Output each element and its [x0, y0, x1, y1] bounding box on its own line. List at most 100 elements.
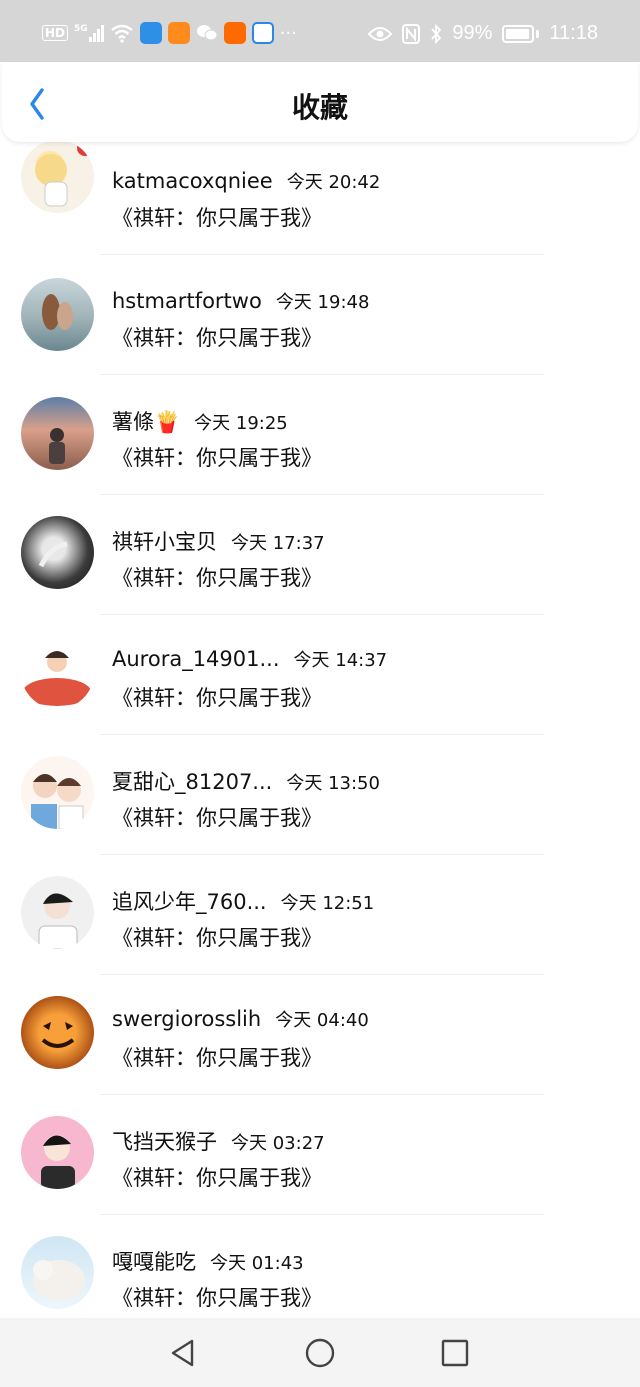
- divider: [100, 494, 544, 495]
- divider: [100, 1094, 544, 1095]
- user-name: hstmartfortwo: [112, 289, 262, 313]
- user-name: katmacoxqniee: [112, 169, 273, 193]
- avatar-image: [33, 1260, 85, 1300]
- triangle-back-icon: [171, 1339, 194, 1367]
- item-title: 《祺轩：你只属于我》: [112, 1046, 322, 1070]
- timestamp: 今天 12:51: [280, 893, 375, 914]
- nav-back-button[interactable]: [166, 1336, 200, 1370]
- avatar[interactable]: [21, 1236, 94, 1309]
- divider: [100, 374, 544, 375]
- item-name-row: 祺轩小宝贝 今天 17:37: [112, 526, 325, 556]
- nav-recents-button[interactable]: [438, 1336, 472, 1370]
- user-name: 薯條🍟: [112, 410, 181, 434]
- avatar[interactable]: [21, 756, 94, 829]
- divider: [100, 974, 544, 975]
- timestamp: 今天 19:48: [275, 292, 370, 313]
- divider: [100, 1214, 544, 1215]
- avatar[interactable]: [21, 278, 94, 351]
- timestamp: 今天 20:42: [286, 172, 381, 193]
- item-title: 《祺轩：你只属于我》: [112, 446, 322, 470]
- game-icon: [167, 22, 190, 44]
- item-name-row: 薯條🍟 今天 19:25: [112, 406, 288, 436]
- avatar[interactable]: [21, 996, 94, 1069]
- app-icon-1: [139, 22, 162, 44]
- more-icon: ···: [279, 22, 297, 44]
- avatar[interactable]: [21, 876, 94, 949]
- battery-icon: [502, 24, 535, 43]
- item-name-row: swergiorosslih 今天 04:40: [112, 1006, 369, 1032]
- list-item[interactable]: 薯條🍟 今天 19:25 《祺轩：你只属于我》: [0, 382, 640, 502]
- list-item[interactable]: 祺轩小宝贝 今天 17:37 《祺轩：你只属于我》: [0, 502, 640, 622]
- timestamp: 今天 13:50: [286, 773, 380, 794]
- system-nav-bar: [0, 1318, 640, 1387]
- avatar-image: [38, 893, 78, 949]
- status-bar: HD 5G ··· 99% 11:18: [0, 0, 640, 62]
- battery-tip: [536, 29, 540, 38]
- divider: [100, 854, 544, 855]
- item-title: 《祺轩：你只属于我》: [112, 686, 322, 710]
- favorites-list[interactable]: katmacoxqniee 今天 20:42 《祺轩：你只属于我》 hstmart…: [0, 142, 640, 1318]
- list-item[interactable]: 嘎嘎能吃 今天 01:43 《祺轩：你只属于我》: [0, 1222, 640, 1318]
- item-title: 《祺轩：你只属于我》: [112, 326, 322, 350]
- avatar[interactable]: [21, 397, 94, 470]
- user-name: Aurora_14901...: [112, 647, 280, 671]
- page-title: 收藏: [291, 91, 348, 124]
- signal-icon: 5G: [74, 24, 104, 42]
- wechat-icon: [196, 25, 218, 41]
- list-item[interactable]: 夏甜心_81207... 今天 13:50 《祺轩：你只属于我》: [0, 742, 640, 862]
- avatar-image: [41, 1022, 75, 1048]
- list-item[interactable]: 追风少年_760... 今天 12:51 《祺轩：你只属于我》: [0, 862, 640, 982]
- header: 收藏: [2, 62, 638, 142]
- user-name: 祺轩小宝贝: [112, 530, 217, 554]
- avatar[interactable]: [21, 636, 94, 709]
- item-title: 《祺轩：你只属于我》: [112, 206, 322, 230]
- divider: [100, 734, 544, 735]
- bluetooth-icon: [431, 23, 442, 44]
- status-icons-left: HD 5G ···: [42, 22, 297, 44]
- item-title: 《祺轩：你只属于我》: [112, 1286, 322, 1310]
- avatar-image: [35, 142, 93, 207]
- user-name: swergiorosslih: [112, 1007, 262, 1031]
- user-name: 夏甜心_81207...: [112, 770, 273, 794]
- avatar[interactable]: [21, 516, 94, 589]
- item-title: 《祺轩：你只属于我》: [112, 1166, 322, 1190]
- timestamp: 今天 14:37: [293, 650, 388, 671]
- clock: 11:18: [549, 22, 598, 44]
- timestamp: 今天 17:37: [231, 533, 325, 554]
- nfc-icon: [402, 23, 421, 44]
- list-item[interactable]: 飞挡天猴子 今天 03:27 《祺轩：你只属于我》: [0, 1102, 640, 1222]
- timestamp: 今天 19:25: [194, 413, 288, 434]
- shop-icon: [223, 22, 246, 44]
- item-title: 《祺轩：你只属于我》: [112, 926, 322, 950]
- avatar-image: [38, 541, 68, 568]
- list-item[interactable]: katmacoxqniee 今天 20:42 《祺轩：你只属于我》: [0, 142, 640, 262]
- item-name-row: 嘎嘎能吃 今天 01:43: [112, 1246, 304, 1276]
- hd-badge: HD: [42, 25, 69, 41]
- signal-label: 5G: [74, 24, 88, 34]
- list-item[interactable]: hstmartfortwo 今天 19:48 《祺轩：你只属于我》: [0, 262, 640, 382]
- user-name: 追风少年_760...: [112, 890, 267, 914]
- avatar[interactable]: [21, 142, 94, 213]
- timestamp: 今天 04:40: [275, 1010, 369, 1031]
- avatar-image: [49, 428, 65, 464]
- timestamp: 今天 01:43: [210, 1253, 304, 1274]
- ifly-icon: [251, 22, 274, 44]
- circle-home-icon: [305, 1338, 335, 1368]
- list-item[interactable]: swergiorosslih 今天 04:40 《祺轩：你只属于我》: [0, 982, 640, 1102]
- eye-icon: [368, 26, 393, 41]
- user-name: 嘎嘎能吃: [112, 1250, 196, 1274]
- avatar-image: [41, 1135, 75, 1189]
- list-item[interactable]: Aurora_14901... 今天 14:37 《祺轩：你只属于我》: [0, 622, 640, 742]
- user-name: 飞挡天猴子: [112, 1130, 217, 1154]
- avatar-image: [23, 651, 91, 706]
- wifi-icon: [110, 24, 133, 43]
- item-name-row: katmacoxqniee 今天 20:42: [112, 168, 380, 194]
- avatar[interactable]: [21, 1116, 94, 1189]
- divider: [100, 254, 544, 255]
- item-title: 《祺轩：你只属于我》: [112, 806, 322, 830]
- nav-home-button[interactable]: [303, 1336, 337, 1370]
- status-icons-right: 99% 11:18: [368, 22, 598, 45]
- item-name-row: Aurora_14901... 今天 14:37: [112, 646, 387, 672]
- timestamp: 今天 03:27: [231, 1133, 325, 1154]
- item-name-row: 飞挡天猴子 今天 03:27: [112, 1126, 325, 1156]
